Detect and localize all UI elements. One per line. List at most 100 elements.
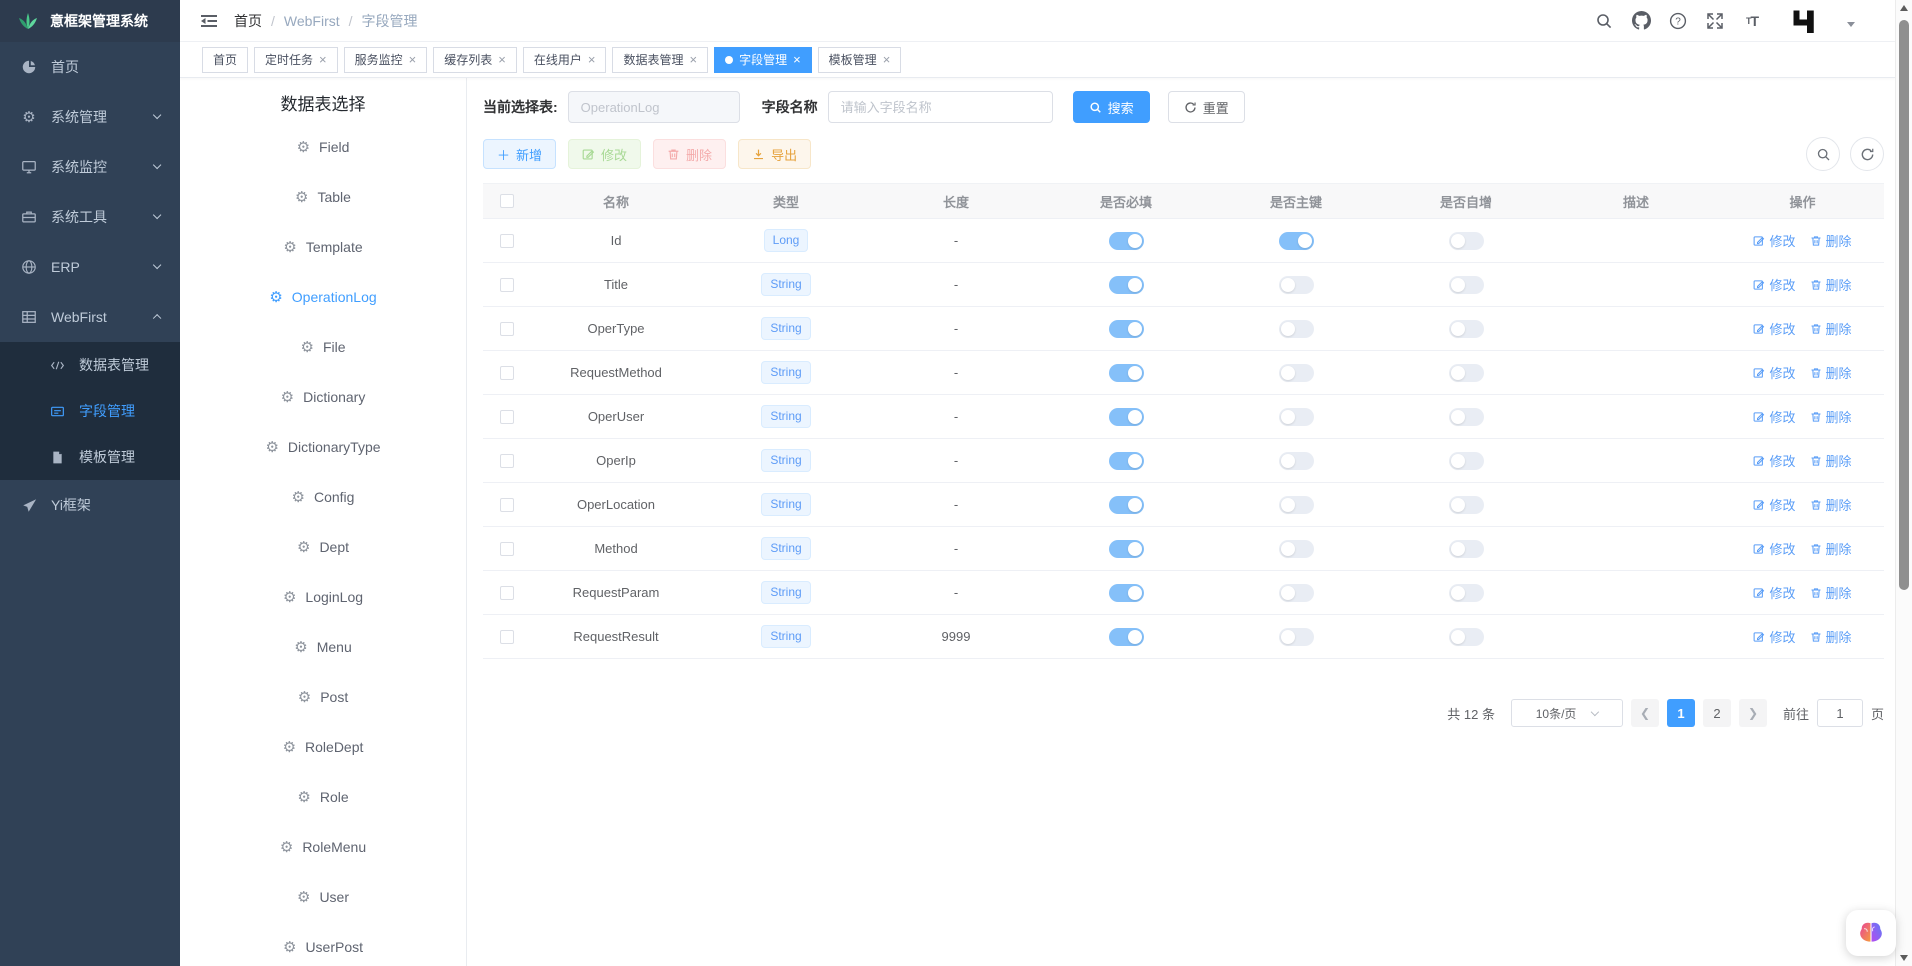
tree-item-table[interactable]: ⚙ Menu [180,622,466,672]
row-edit-link[interactable]: 修改 [1753,275,1795,294]
primary-key-toggle[interactable] [1279,320,1314,338]
tab[interactable]: 字段管理 × [714,47,812,73]
row-edit-link[interactable]: 修改 [1753,495,1795,514]
refresh-icon[interactable] [1850,137,1884,171]
search-icon[interactable] [1593,10,1615,32]
page-size-select[interactable]: 10条/页 [1511,699,1623,727]
scroll-up-arrow-icon[interactable] [1900,5,1908,11]
sidebar-item-webfirst[interactable]: WebFirst [0,292,180,342]
sidebar-item-system-mgmt[interactable]: ⚙ 系统管理 [0,92,180,142]
row-delete-link[interactable]: 删除 [1810,231,1852,250]
tree-item-table[interactable]: ⚙ LoginLog [180,572,466,622]
tree-item-table[interactable]: ⚙ Table [180,172,466,222]
sidebar-item-yi-framework[interactable]: Yi框架 [0,480,180,530]
row-checkbox[interactable] [500,586,514,600]
sidebar-item-field-mgmt[interactable]: 字段管理 [0,388,180,434]
auto-increment-toggle[interactable] [1449,452,1484,470]
required-toggle[interactable] [1109,628,1144,646]
sidebar-item-home[interactable]: 首页 [0,42,180,92]
search-button[interactable]: 搜索 [1073,91,1150,123]
primary-key-toggle[interactable] [1279,584,1314,602]
required-toggle[interactable] [1109,232,1144,250]
tree-item-table[interactable]: ⚙ Field [180,122,466,172]
row-checkbox[interactable] [500,630,514,644]
row-delete-link[interactable]: 删除 [1810,583,1852,602]
auto-increment-toggle[interactable] [1449,540,1484,558]
select-all-checkbox[interactable] [500,194,514,208]
tree-item-table[interactable]: ⚙ RoleMenu [180,822,466,872]
tab[interactable]: 在线用户 × [523,47,607,73]
primary-key-toggle[interactable] [1279,408,1314,426]
auto-increment-toggle[interactable] [1449,584,1484,602]
tab[interactable]: 数据表管理 × [612,47,708,73]
sidebar-item-system-monitor[interactable]: 系统监控 [0,142,180,192]
row-delete-link[interactable]: 删除 [1810,275,1852,294]
primary-key-toggle[interactable] [1279,540,1314,558]
row-checkbox[interactable] [500,410,514,424]
close-icon[interactable]: × [409,52,417,67]
field-name-input[interactable] [828,91,1053,123]
sidebar-item-erp[interactable]: ERP [0,242,180,292]
row-delete-link[interactable]: 删除 [1810,539,1852,558]
close-icon[interactable]: × [319,52,327,67]
close-icon[interactable]: × [883,52,891,67]
sidebar-item-template-mgmt[interactable]: 模板管理 [0,434,180,480]
fullscreen-icon[interactable] [1704,10,1726,32]
primary-key-toggle[interactable] [1279,496,1314,514]
reset-button[interactable]: 重置 [1168,91,1245,123]
breadcrumb-home[interactable]: 首页 [234,11,262,31]
avatar-logo[interactable] [1788,6,1820,36]
row-checkbox[interactable] [500,278,514,292]
tree-item-table[interactable]: ⚙ User [180,872,466,922]
tree-item-table[interactable]: ⚙ Dept [180,522,466,572]
row-checkbox[interactable] [500,234,514,248]
required-toggle[interactable] [1109,364,1144,382]
auto-increment-toggle[interactable] [1449,408,1484,426]
column-search-icon[interactable] [1806,137,1840,171]
row-checkbox[interactable] [500,498,514,512]
edit-button[interactable]: 修改 [568,139,641,169]
chevron-down-icon[interactable] [1847,22,1855,27]
current-table-input[interactable] [568,91,740,123]
required-toggle[interactable] [1109,276,1144,294]
row-edit-link[interactable]: 修改 [1753,231,1795,250]
sidebar-item-system-tools[interactable]: 系统工具 [0,192,180,242]
github-icon[interactable] [1630,10,1652,32]
auto-increment-toggle[interactable] [1449,232,1484,250]
row-delete-link[interactable]: 删除 [1810,407,1852,426]
primary-key-toggle[interactable] [1279,276,1314,294]
scrollbar-thumb[interactable] [1899,20,1909,590]
tree-item-table[interactable]: ⚙ Dictionary [180,372,466,422]
row-edit-link[interactable]: 修改 [1753,583,1795,602]
font-size-icon[interactable]: TT [1741,10,1763,32]
tree-item-table[interactable]: ⚙ UserPost [180,922,466,966]
required-toggle[interactable] [1109,584,1144,602]
export-button[interactable]: 导出 [738,139,811,169]
required-toggle[interactable] [1109,320,1144,338]
row-delete-link[interactable]: 删除 [1810,363,1852,382]
required-toggle[interactable] [1109,408,1144,426]
auto-increment-toggle[interactable] [1449,320,1484,338]
page-button-2[interactable]: 2 [1703,699,1731,727]
close-icon[interactable]: × [689,52,697,67]
row-edit-link[interactable]: 修改 [1753,407,1795,426]
tab[interactable]: 服务监控 × [344,47,428,73]
tab[interactable]: 模板管理 × [818,47,902,73]
row-delete-link[interactable]: 删除 [1810,319,1852,338]
tab[interactable]: 首页 [202,47,248,73]
help-icon[interactable]: ? [1667,10,1689,32]
scroll-down-arrow-icon[interactable] [1900,955,1908,961]
required-toggle[interactable] [1109,452,1144,470]
close-icon[interactable]: × [588,52,596,67]
tree-item-table[interactable]: ⚙ RoleDept [180,722,466,772]
required-toggle[interactable] [1109,496,1144,514]
auto-increment-toggle[interactable] [1449,364,1484,382]
tab[interactable]: 定时任务 × [254,47,338,73]
row-delete-link[interactable]: 删除 [1810,627,1852,646]
auto-increment-toggle[interactable] [1449,628,1484,646]
ai-assistant-button[interactable] [1846,910,1896,956]
row-edit-link[interactable]: 修改 [1753,451,1795,470]
row-checkbox[interactable] [500,454,514,468]
sidebar-item-table-mgmt[interactable]: 数据表管理 [0,342,180,388]
primary-key-toggle[interactable] [1279,628,1314,646]
